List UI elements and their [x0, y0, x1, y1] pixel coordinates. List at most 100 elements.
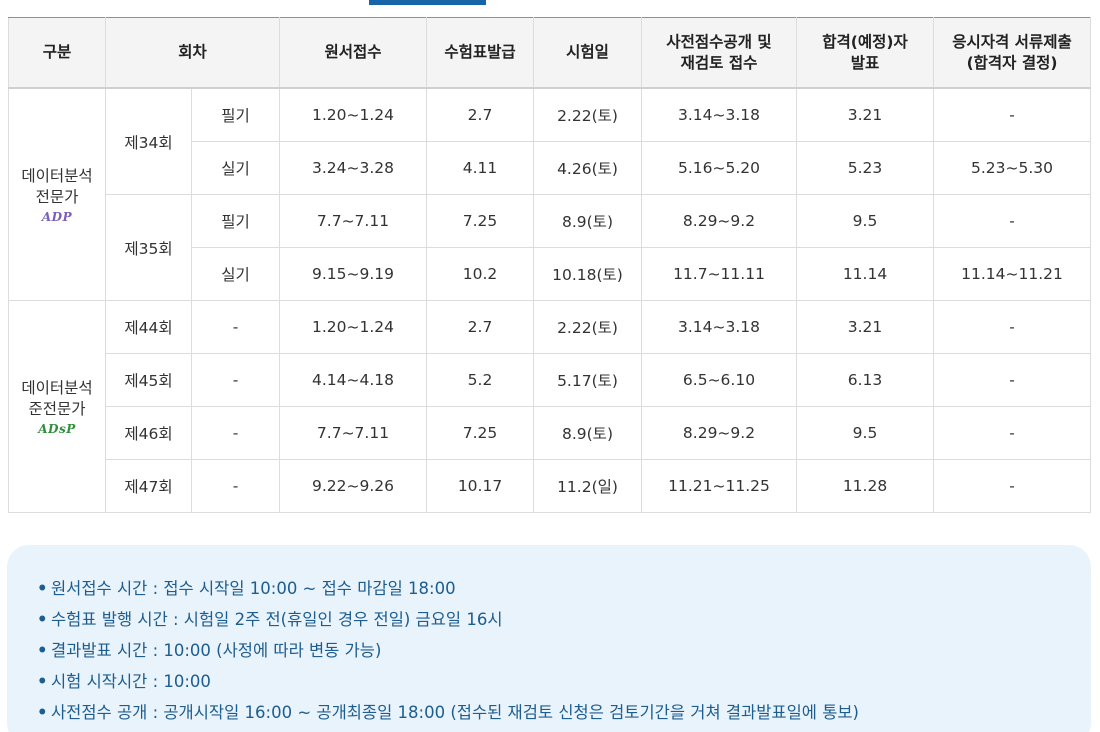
note-text: 원서접수 시간 : 접수 시작일 10:00 ~ 접수 마감일 18:00 [51, 579, 456, 598]
exam-date-cell: 4.26(토) [533, 141, 642, 195]
ticket-cell: 2.7 [426, 87, 534, 142]
bullet-icon: • [37, 672, 48, 691]
round-cell: 제45회 [105, 353, 192, 407]
docs-cell: - [933, 194, 1091, 248]
docs-cell: - [933, 406, 1091, 460]
application-cell: 4.14~4.18 [279, 353, 427, 407]
ticket-cell: 2.7 [426, 300, 534, 354]
header-round: 회차 [105, 17, 280, 89]
table-row: 데이터분석 준전문가 ADsP 제44회 - 1.20~1.24 2.7 2.2… [8, 300, 1091, 513]
table-row: 데이터분석 전문가 ADP 제34회 필기 1.20~1.24 2.7 2.22… [8, 87, 1091, 301]
exam-date-cell: 8.9(토) [533, 406, 642, 460]
exam-type-cell: - [191, 300, 280, 354]
application-cell: 9.15~9.19 [279, 247, 427, 301]
prescore-cell: 5.16~5.20 [641, 141, 797, 195]
docs-cell: 5.23~5.30 [933, 141, 1091, 195]
round-cell: 제46회 [105, 406, 192, 460]
exam-type-cell: - [191, 406, 280, 460]
exam-type-cell: 필기 [191, 194, 280, 248]
table-row: 제45회 - 4.14~4.18 5.2 5.17(토) 6.5~6.10 6.… [9, 353, 1091, 407]
adp-logo: ADP [41, 209, 73, 224]
ticket-cell: 4.11 [426, 141, 534, 195]
exam-date-cell: 2.22(토) [533, 87, 642, 142]
prescore-cell: 8.29~9.2 [641, 194, 797, 248]
docs-cell: - [933, 353, 1091, 407]
result-cell: 11.14 [796, 247, 934, 301]
header-result: 합격(예정)자 발표 [796, 17, 934, 89]
result-cell: 5.23 [796, 141, 934, 195]
round-cell: 제34회 [105, 87, 192, 195]
exam-schedule-table: 구분 회차 원서접수 수험표발급 시험일 사전점수공개 및 재검토 접수 합격(예… [8, 17, 1091, 513]
application-cell: 1.20~1.24 [279, 300, 427, 354]
note-text: 사전점수 공개 : 공개시작일 16:00 ~ 공개최종일 18:00 (접수된… [51, 703, 859, 722]
prescore-cell: 3.14~3.18 [641, 87, 797, 142]
ticket-cell: 5.2 [426, 353, 534, 407]
bullet-icon: • [37, 610, 48, 629]
ticket-cell: 10.2 [426, 247, 534, 301]
exam-type-cell: 필기 [191, 87, 280, 142]
exam-date-cell: 10.18(토) [533, 247, 642, 301]
header-docs: 응시자격 서류제출 (합격자 결정) [933, 17, 1091, 89]
ticket-cell: 7.25 [426, 406, 534, 460]
exam-type-cell: 실기 [191, 141, 280, 195]
category-adp: 데이터분석 전문가 ADP [8, 87, 106, 301]
exam-date-cell: 2.22(토) [533, 300, 642, 354]
list-item: • 수험표 발행 시간 : 시험일 2주 전(휴일인 경우 전일) 금요일 16시 [37, 604, 1091, 635]
exam-type-cell: 실기 [191, 247, 280, 301]
header-exam-date: 시험일 [533, 17, 642, 89]
result-cell: 6.13 [796, 353, 934, 407]
prescore-cell: 6.5~6.10 [641, 353, 797, 407]
result-cell: 9.5 [796, 406, 934, 460]
exam-date-cell: 5.17(토) [533, 353, 642, 407]
result-cell: 3.21 [796, 300, 934, 354]
table-header-row: 구분 회차 원서접수 수험표발급 시험일 사전점수공개 및 재검토 접수 합격(예… [8, 17, 1091, 89]
result-cell: 3.21 [796, 87, 934, 142]
round-cell: 제47회 [105, 459, 192, 513]
header-prescore: 사전점수공개 및 재검토 접수 [641, 17, 797, 89]
docs-cell: 11.14~11.21 [933, 247, 1091, 301]
list-item: • 시험 시작시간 : 10:00 [37, 666, 1091, 697]
round-cell: 제35회 [105, 194, 192, 301]
docs-cell: - [933, 87, 1091, 142]
application-cell: 1.20~1.24 [279, 87, 427, 142]
list-item: • 사전점수 공개 : 공개시작일 16:00 ~ 공개최종일 18:00 (접수… [37, 697, 1091, 728]
list-item: • 원서접수 시간 : 접수 시작일 10:00 ~ 접수 마감일 18:00 [37, 573, 1091, 604]
docs-cell: - [933, 300, 1091, 354]
prescore-cell: 3.14~3.18 [641, 300, 797, 354]
notes-box: • 원서접수 시간 : 접수 시작일 10:00 ~ 접수 마감일 18:00 •… [7, 545, 1091, 732]
note-text: 결과발표 시간 : 10:00 (사정에 따라 변동 가능) [51, 641, 382, 660]
application-cell: 7.7~7.11 [279, 194, 427, 248]
result-cell: 9.5 [796, 194, 934, 248]
application-cell: 3.24~3.28 [279, 141, 427, 195]
table-row: 제46회 - 7.7~7.11 7.25 8.9(토) 8.29~9.2 9.5… [9, 406, 1091, 460]
exam-date-cell: 11.2(일) [533, 459, 642, 513]
exam-date-cell: 8.9(토) [533, 194, 642, 248]
exam-schedule-page: 구분 회차 원서접수 수험표발급 시험일 사전점수공개 및 재검토 접수 합격(예… [0, 0, 1100, 732]
category-adsp: 데이터분석 준전문가 ADsP [8, 300, 106, 513]
application-cell: 9.22~9.26 [279, 459, 427, 513]
prescore-cell: 11.7~11.11 [641, 247, 797, 301]
application-cell: 7.7~7.11 [279, 406, 427, 460]
table-row: 제35회 필기 7.7~7.11 7.25 8.9(토) 8.29~9.2 9.… [9, 194, 1091, 301]
ticket-cell: 7.25 [426, 194, 534, 248]
active-tab-indicator [369, 0, 486, 5]
note-text: 시험 시작시간 : 10:00 [51, 672, 211, 691]
header-application: 원서접수 [279, 17, 427, 89]
bullet-icon: • [37, 703, 48, 722]
adsp-logo: ADsP [38, 421, 76, 436]
docs-cell: - [933, 459, 1091, 513]
bullet-icon: • [37, 579, 48, 598]
table-row: 제47회 - 9.22~9.26 10.17 11.2(일) 11.21~11.… [9, 459, 1091, 513]
note-text: 수험표 발행 시간 : 시험일 2주 전(휴일인 경우 전일) 금요일 16시 [51, 610, 503, 629]
bullet-icon: • [37, 641, 48, 660]
ticket-cell: 10.17 [426, 459, 534, 513]
header-category: 구분 [8, 17, 106, 89]
notes-list: • 원서접수 시간 : 접수 시작일 10:00 ~ 접수 마감일 18:00 •… [7, 545, 1091, 728]
exam-type-cell: - [191, 353, 280, 407]
header-ticket: 수험표발급 [426, 17, 534, 89]
prescore-cell: 8.29~9.2 [641, 406, 797, 460]
result-cell: 11.28 [796, 459, 934, 513]
round-cell: 제44회 [105, 300, 192, 354]
list-item: • 결과발표 시간 : 10:00 (사정에 따라 변동 가능) [37, 635, 1091, 666]
exam-type-cell: - [191, 459, 280, 513]
